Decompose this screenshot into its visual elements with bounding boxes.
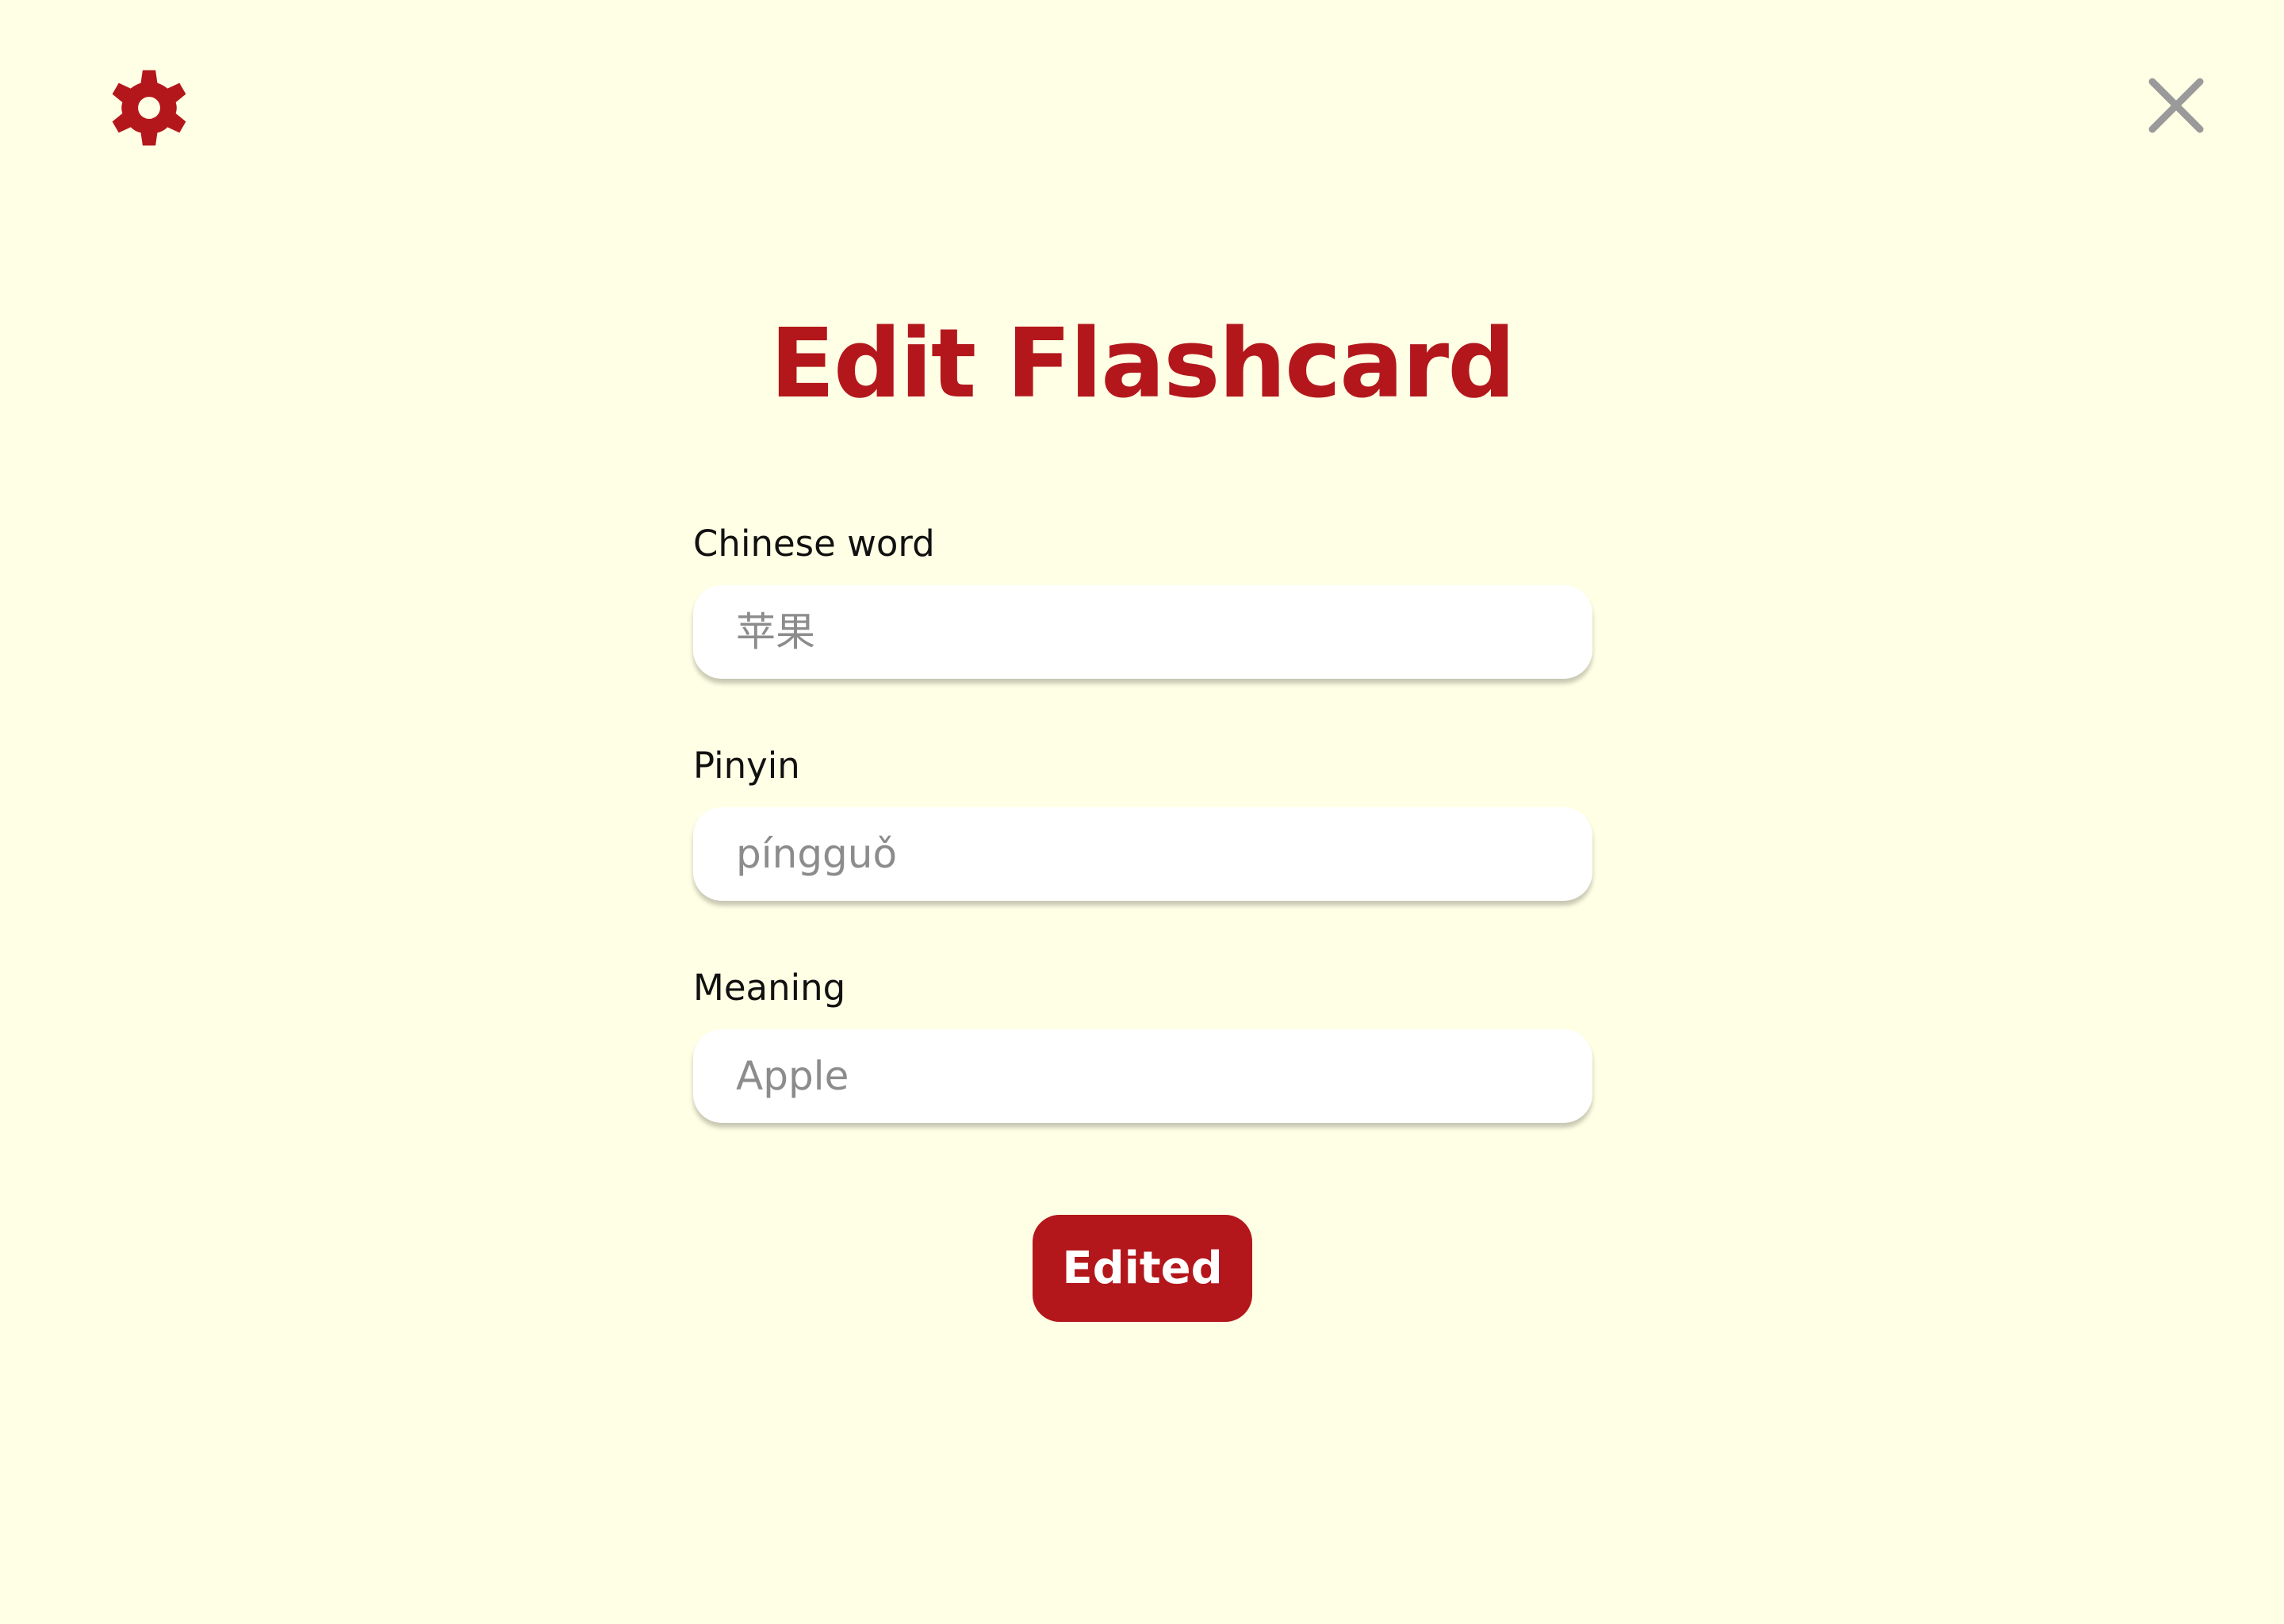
pinyin-label: Pinyin xyxy=(693,745,800,787)
gear-icon xyxy=(112,70,186,146)
meaning-input[interactable] xyxy=(693,1029,1592,1123)
meaning-label: Meaning xyxy=(693,967,846,1009)
close-button[interactable] xyxy=(2148,77,2205,134)
settings-button[interactable] xyxy=(103,62,195,154)
chinese-word-label: Chinese word xyxy=(693,523,935,565)
page-title: Edit Flashcard xyxy=(769,309,1516,419)
pinyin-input[interactable] xyxy=(693,807,1592,901)
close-icon xyxy=(2148,78,2204,133)
edited-button[interactable]: Edited xyxy=(1033,1215,1252,1322)
chinese-word-input[interactable] xyxy=(693,585,1592,679)
